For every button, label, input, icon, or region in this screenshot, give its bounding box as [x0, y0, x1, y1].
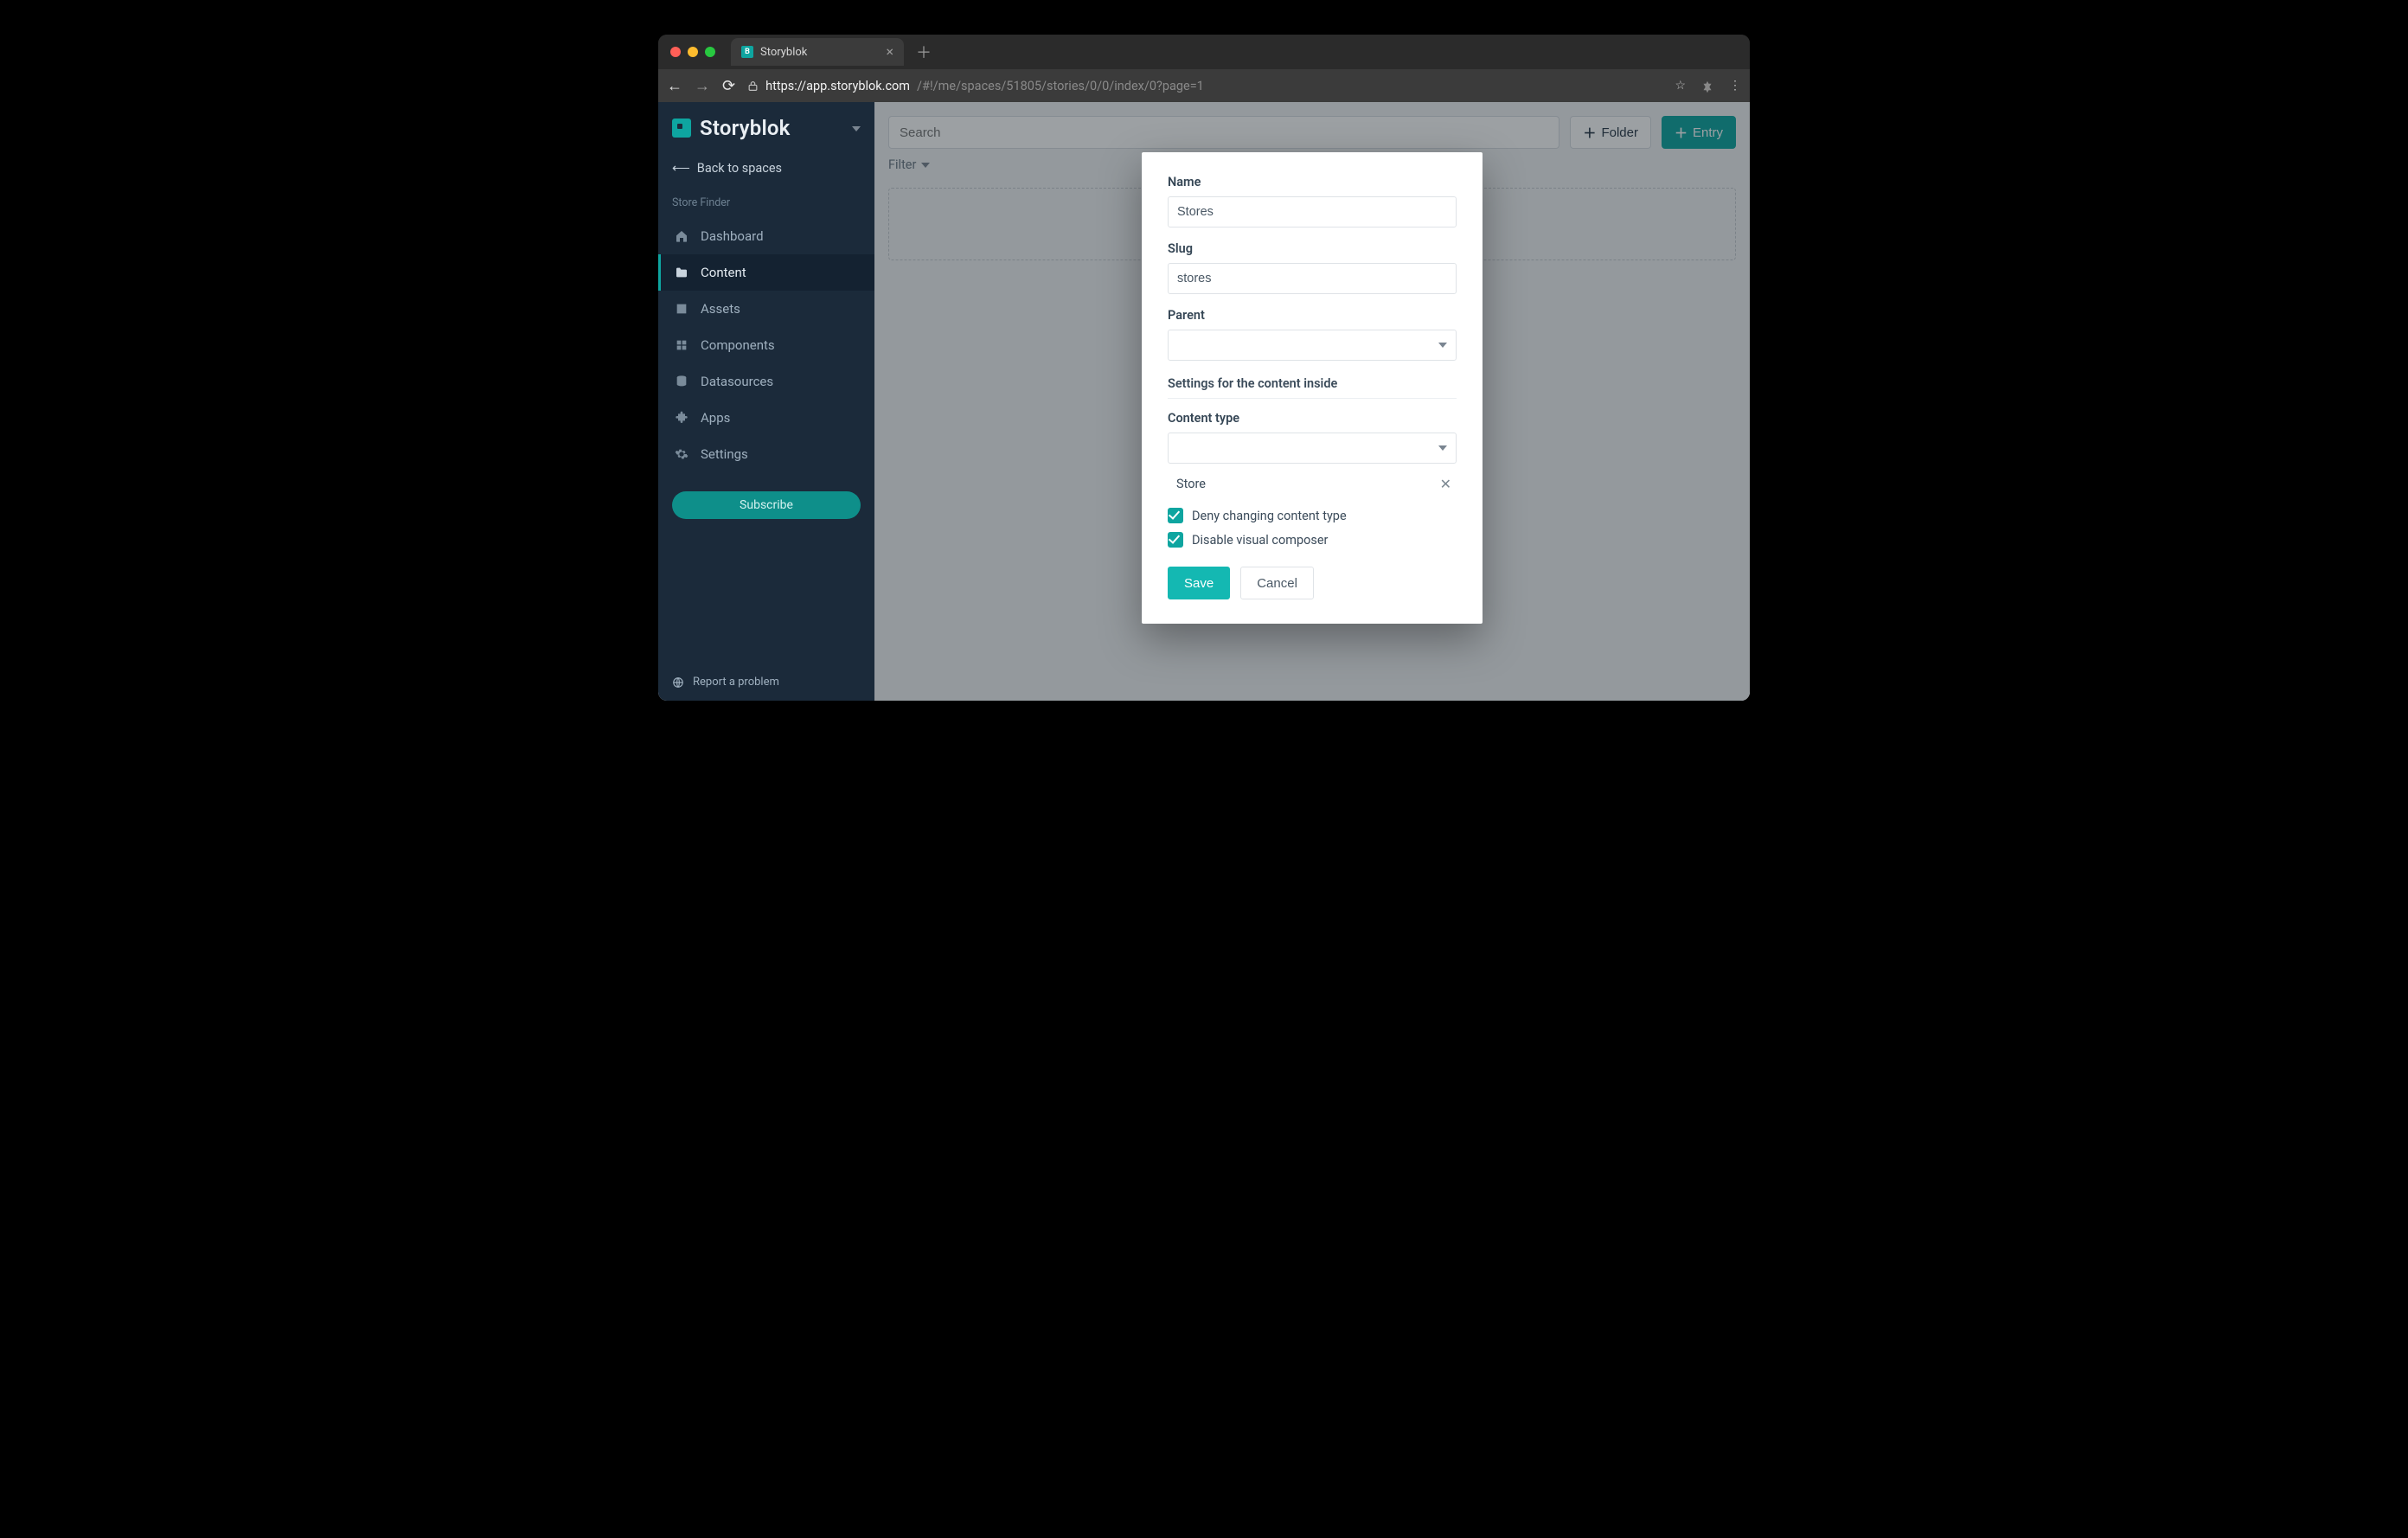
sidebar: Storyblok ⟵ Back to spaces Store Finder … — [658, 102, 874, 701]
main-area: ＋ Folder ＋ Entry Filter There is no cont… — [874, 102, 1750, 701]
sidebar-item-label: Settings — [701, 446, 748, 462]
disable-visual-checkbox-row[interactable]: Disable visual composer — [1168, 532, 1457, 548]
checkbox-checked-icon[interactable] — [1168, 508, 1183, 523]
app-frame: Storyblok ⟵ Back to spaces Store Finder … — [658, 102, 1750, 701]
back-to-spaces-link[interactable]: ⟵ Back to spaces — [658, 152, 874, 184]
browser-right-icons: ☆ ⋮ — [1675, 78, 1741, 93]
window-minimize-button[interactable] — [688, 47, 698, 57]
remove-content-type-button[interactable]: ✕ — [1440, 476, 1451, 492]
browser-tab[interactable]: B Storyblok × — [731, 38, 904, 66]
browser-window: B Storyblok × ＋ ← → ⟳ https://app.storyb… — [658, 35, 1750, 701]
back-to-spaces-label: Back to spaces — [697, 161, 782, 176]
gear-icon — [675, 447, 690, 461]
parent-label: Parent — [1168, 308, 1457, 323]
sidebar-item-dashboard[interactable]: Dashboard — [658, 218, 874, 254]
home-icon — [675, 229, 690, 243]
slug-input[interactable] — [1168, 263, 1457, 294]
browser-tabbar: B Storyblok × ＋ — [658, 35, 1750, 69]
subscribe-button[interactable]: Subscribe — [672, 491, 861, 519]
space-name: Store Finder — [658, 184, 874, 215]
folder-icon — [675, 266, 690, 279]
sidebar-item-settings[interactable]: Settings — [658, 436, 874, 472]
settings-section-title: Settings for the content inside — [1168, 376, 1457, 399]
parent-select[interactable] — [1168, 330, 1457, 361]
nav-back-button[interactable]: ← — [667, 77, 682, 95]
chevron-down-icon — [1438, 343, 1447, 348]
sidebar-item-label: Assets — [701, 301, 740, 317]
chevron-down-icon — [1438, 445, 1447, 451]
checkbox-checked-icon[interactable] — [1168, 532, 1183, 548]
sidebar-item-datasources[interactable]: Datasources — [658, 363, 874, 400]
deny-change-checkbox-row[interactable]: Deny changing content type — [1168, 508, 1457, 523]
new-tab-button[interactable]: ＋ — [911, 41, 937, 63]
tab-close-button[interactable]: × — [886, 45, 893, 59]
blocks-icon — [675, 338, 690, 352]
nav-reload-button[interactable]: ⟳ — [722, 77, 735, 95]
window-controls — [670, 47, 715, 57]
bookmark-star-icon[interactable]: ☆ — [1675, 79, 1686, 93]
sidebar-item-label: Components — [701, 337, 775, 353]
arrow-left-icon: ⟵ — [672, 161, 690, 176]
sidebar-item-apps[interactable]: Apps — [658, 400, 874, 436]
report-problem-link[interactable]: Report a problem — [658, 663, 874, 701]
slug-label: Slug — [1168, 241, 1457, 256]
browser-menu-icon[interactable]: ⋮ — [1729, 79, 1741, 93]
content-type-chip-label: Store — [1176, 477, 1206, 491]
sidebar-item-content[interactable]: Content — [658, 254, 874, 291]
sidebar-item-assets[interactable]: Assets — [658, 291, 874, 327]
cancel-button[interactable]: Cancel — [1240, 567, 1314, 599]
sidebar-nav: Dashboard Content Assets — [658, 218, 874, 472]
image-icon — [675, 302, 690, 316]
name-label: Name — [1168, 175, 1457, 189]
sidebar-item-label: Datasources — [701, 374, 773, 389]
save-button[interactable]: Save — [1168, 567, 1230, 599]
brand-row[interactable]: Storyblok — [658, 102, 874, 152]
name-input[interactable] — [1168, 196, 1457, 227]
extensions-icon[interactable] — [1700, 78, 1715, 93]
puzzle-icon — [675, 411, 690, 425]
sidebar-item-label: Dashboard — [701, 228, 764, 244]
content-type-chip: Store ✕ — [1168, 469, 1457, 499]
url-host: https://app.storyblok.com — [765, 79, 910, 93]
sidebar-item-label: Content — [701, 265, 746, 280]
browser-toolbar: ← → ⟳ https://app.storyblok.com /#!/me/sp… — [658, 69, 1750, 102]
space-switcher-caret-icon[interactable] — [852, 121, 861, 135]
window-zoom-button[interactable] — [705, 47, 715, 57]
nav-forward-button[interactable]: → — [695, 77, 710, 95]
lock-icon — [747, 80, 759, 92]
brand-name: Storyblok — [700, 116, 791, 140]
brand-logo-icon — [672, 119, 691, 138]
deny-change-label: Deny changing content type — [1192, 509, 1347, 523]
content-type-select[interactable] — [1168, 433, 1457, 464]
sidebar-item-label: Apps — [701, 410, 730, 426]
create-folder-modal: Name Slug Parent Settings for the conten… — [1142, 152, 1483, 624]
url-path: /#!/me/spaces/51805/stories/0/0/index/0?… — [917, 79, 1204, 93]
disable-visual-label: Disable visual composer — [1192, 533, 1328, 548]
content-type-label: Content type — [1168, 411, 1457, 426]
tab-title: Storyblok — [760, 46, 807, 59]
modal-overlay[interactable]: Name Slug Parent Settings for the conten… — [874, 102, 1750, 701]
database-icon — [675, 375, 690, 388]
window-close-button[interactable] — [670, 47, 681, 57]
report-problem-label: Report a problem — [693, 676, 779, 689]
url-bar[interactable]: https://app.storyblok.com /#!/me/spaces/5… — [747, 79, 1662, 93]
tab-favicon-icon: B — [741, 46, 753, 58]
globe-icon — [672, 676, 684, 689]
modal-actions: Save Cancel — [1168, 567, 1457, 599]
sidebar-item-components[interactable]: Components — [658, 327, 874, 363]
